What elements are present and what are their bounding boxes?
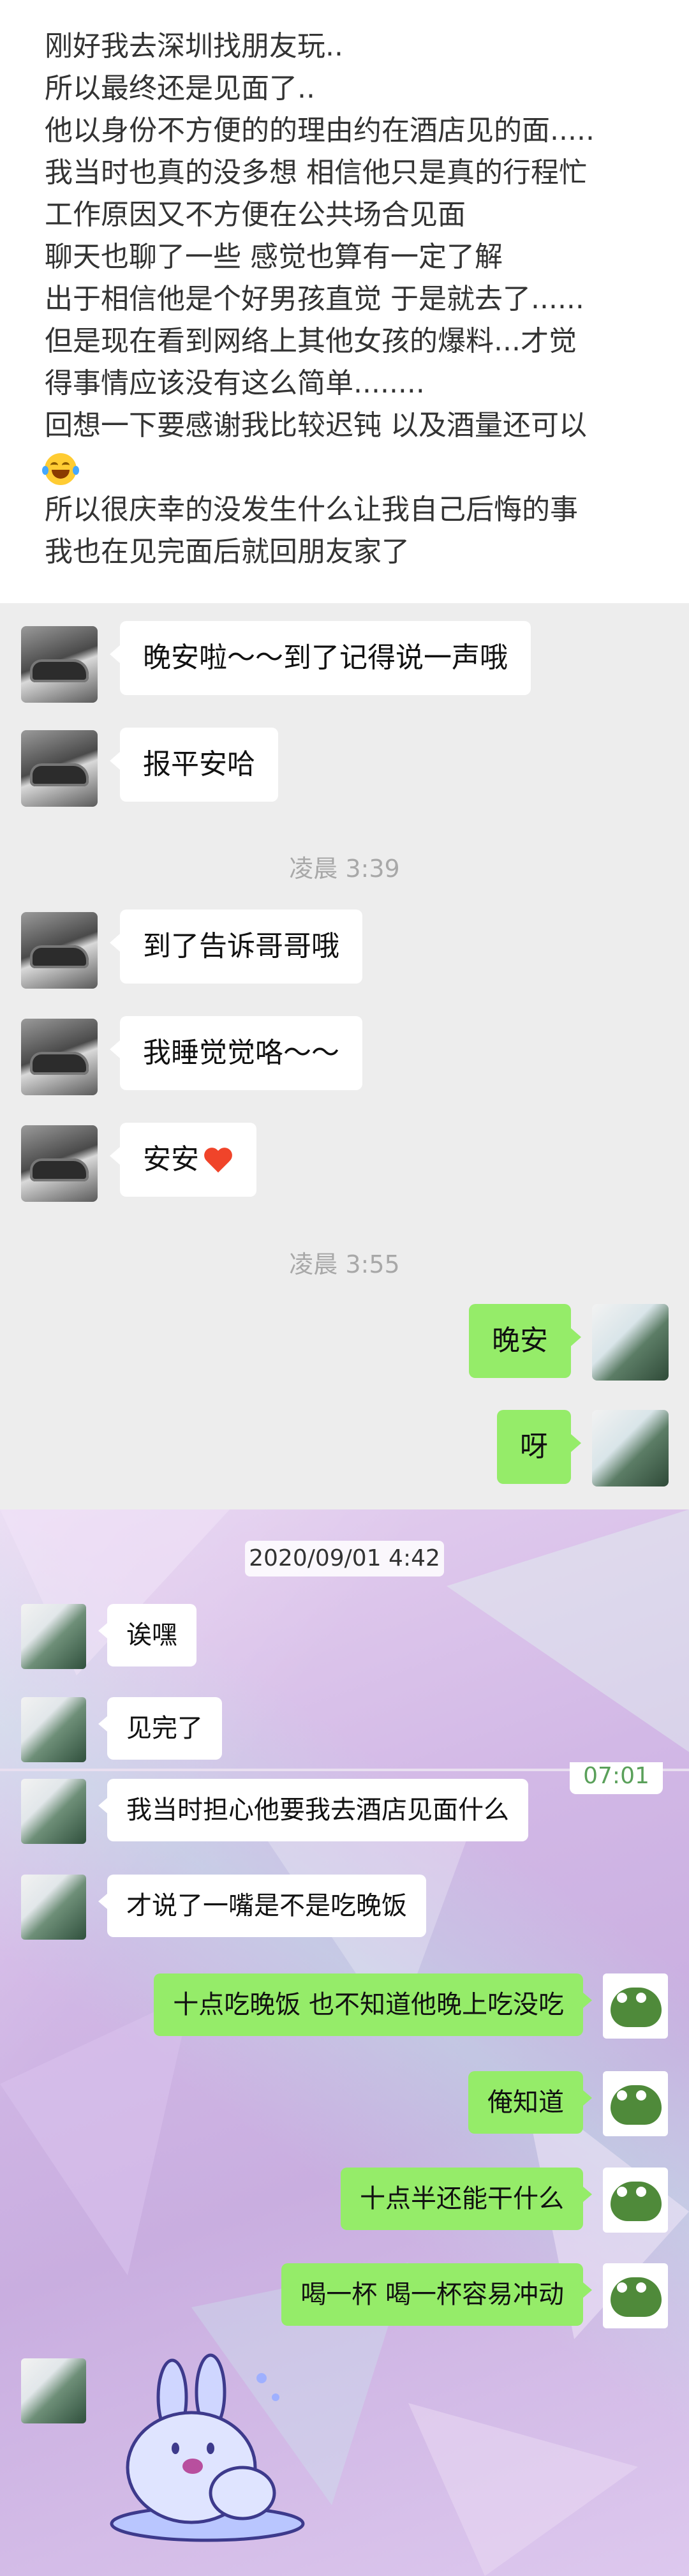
contact-avatar[interactable] <box>21 1125 98 1202</box>
message-bubble[interactable]: 喝一杯 喝一杯容易冲动 <box>281 2263 592 2326</box>
date-divider: 2020/09/01 4:42 <box>245 1541 444 1576</box>
message-bubble[interactable]: 呀 <box>497 1410 581 1484</box>
post-line: 我也在见完面后就回朋友家了 <box>45 535 410 568</box>
bunny-sticker[interactable] <box>108 2353 306 2544</box>
laughing-tears-emoji <box>42 447 79 489</box>
post-line: 但是现在看到网络上其他女孩的爆料...才觉 <box>45 325 577 357</box>
contact-avatar[interactable] <box>21 730 98 807</box>
frog-avatar[interactable] <box>603 2168 668 2233</box>
message-bubble[interactable]: 报平安哈 <box>110 728 278 802</box>
message-bubble[interactable]: 到了告诉哥哥哦 <box>110 910 362 984</box>
post-line: 所以很庆幸的没发生什么让我自己后悔的事 <box>45 493 578 526</box>
message-bubble[interactable]: 我当时担心他要我去酒店见面什么 <box>98 1779 528 1841</box>
timestamp-label: 凌晨 3:55 <box>289 1250 400 1278</box>
post-line: 回想一下要感谢我比较迟钝 以及酒量还可以 <box>45 409 587 442</box>
post-line: 聊天也聊了一些 感觉也算有一定了解 <box>45 241 503 273</box>
message-bubble[interactable]: 十点半还能干什么 <box>341 2168 592 2230</box>
message-bubble[interactable]: 晚安啦～～到了记得说一声哦 <box>110 621 531 695</box>
contact-avatar[interactable] <box>21 1779 86 1844</box>
timestamp-label: 凌晨 3:39 <box>289 855 400 883</box>
message-bubble[interactable]: 我睡觉觉咯～～ <box>110 1016 362 1090</box>
message-bubble[interactable]: 俺知道 <box>468 2071 592 2134</box>
contact-avatar[interactable] <box>21 1019 98 1095</box>
self-avatar[interactable] <box>592 1410 669 1486</box>
frog-avatar[interactable] <box>603 2071 668 2136</box>
post-line: 他以身份不方便的的理由约在酒店见的面..... <box>45 114 595 147</box>
contact-avatar[interactable] <box>21 1875 86 1940</box>
post-line: 得事情应该没有这么简单........ <box>45 367 425 400</box>
contact-avatar[interactable] <box>21 2358 86 2423</box>
contact-avatar[interactable] <box>21 626 98 703</box>
self-avatar[interactable] <box>592 1304 669 1381</box>
frog-avatar[interactable] <box>603 2263 668 2328</box>
post-line: 刚好我去深圳找朋友玩.. <box>45 30 343 63</box>
contact-avatar[interactable] <box>21 912 98 989</box>
chat-screenshot-a: 晚安啦～～到了记得说一声哦 报平安哈 凌晨 3:39 到了告诉哥哥哦 我睡觉觉咯… <box>0 603 689 1509</box>
message-bubble[interactable]: 才说了一嘴是不是吃晚饭 <box>98 1875 426 1937</box>
message-text: 安安 <box>143 1143 199 1176</box>
message-bubble[interactable]: 安安 <box>110 1123 256 1197</box>
post-line: 我当时也真的没多想 相信他只是真的行程忙 <box>45 156 587 189</box>
message-bubble[interactable]: 晚安 <box>469 1304 581 1378</box>
post-line: 出于相信他是个好男孩直觉 于是就去了...... <box>45 283 584 315</box>
message-bubble[interactable]: 见完了 <box>98 1697 222 1760</box>
post-text-block: 刚好我去深圳找朋友玩.. 所以最终还是见面了.. 他以身份不方便的的理由约在酒店… <box>0 0 689 603</box>
message-bubble[interactable]: 十点吃晚饭 也不知道他晚上吃没吃 <box>154 1973 592 2036</box>
chat-screenshot-b: 2020/09/01 4:42 诶嘿 见完了 07:01 我当时担心他要我去酒店… <box>0 1509 689 2576</box>
red-heart-icon <box>203 1146 233 1176</box>
background-pattern <box>0 1509 689 2576</box>
contact-avatar[interactable] <box>21 1697 86 1762</box>
post-line: 所以最终还是见面了.. <box>45 72 315 105</box>
frog-avatar[interactable] <box>603 1973 668 2039</box>
contact-avatar[interactable] <box>21 1604 86 1669</box>
message-bubble[interactable]: 诶嘿 <box>98 1604 196 1666</box>
partial-timestamp: 07:01 <box>570 1762 663 1794</box>
post-line: 工作原因又不方便在公共场合见面 <box>45 198 466 231</box>
